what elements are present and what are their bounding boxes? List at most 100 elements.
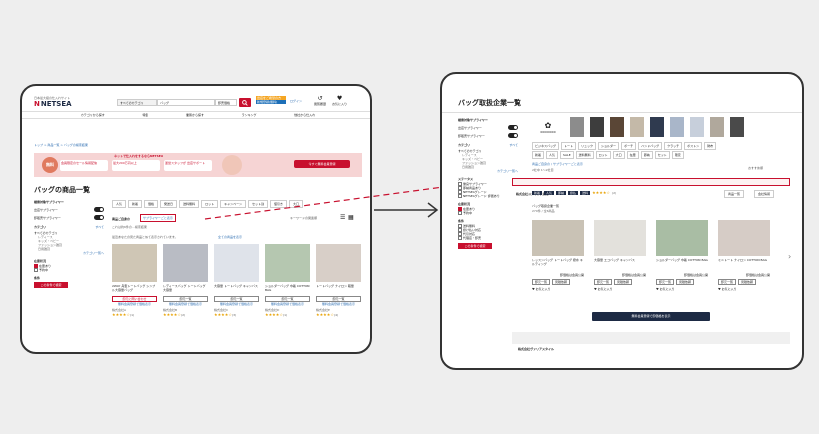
favorite-button[interactable]: ♥ お気に入り	[718, 287, 770, 291]
product-title[interactable]: 大容量 エコバッグ キャンバス	[594, 258, 646, 270]
product-price-link[interactable]: 無料会員登録で価格表示	[163, 302, 208, 306]
breadcrumb[interactable]: トップ > 商品一覧 > バッグの検索結果	[34, 143, 88, 147]
filter-chip[interactable]: セット	[654, 151, 670, 159]
sort-select[interactable]: おすすめ順	[748, 166, 763, 170]
company2-header[interactable]: 株式会社ヴァリアスタイル	[512, 332, 790, 351]
product-image[interactable]	[718, 220, 770, 256]
category-chip[interactable]: トート	[561, 142, 577, 150]
product-card[interactable]: 2WAY 舟型トートバッグ シンプル大容量バッグ 卸元に問い合わせ 無料会員登録…	[112, 244, 157, 317]
category-chip[interactable]: 財布	[704, 142, 717, 150]
filter-chip[interactable]: 限定	[671, 151, 684, 159]
supplier-toggle[interactable]	[508, 133, 518, 138]
product-quote-button[interactable]: 見積依頼	[676, 279, 695, 285]
checkbox[interactable]	[458, 236, 462, 240]
product-price-link[interactable]: 無料会員登録で価格表示	[316, 302, 361, 306]
nav-item[interactable]: 業態から探す	[186, 113, 204, 117]
seller-banner[interactable]: 出店をご希望の方 新規登録(無料)	[256, 96, 286, 104]
product-price-link[interactable]: 無料会員登録で価格表示	[214, 302, 259, 306]
filter-chip[interactable]: 人気	[546, 151, 559, 159]
product-list-button[interactable]: 卸元一覧	[594, 279, 613, 285]
filter-search-button[interactable]: この条件で検索	[458, 243, 492, 249]
status-option[interactable]: NETSEAグレード 評価あり	[458, 194, 518, 198]
filter-chip[interactable]: 新着	[532, 151, 545, 159]
wishlist-button[interactable]: ♥ お気に入り	[332, 95, 347, 106]
sort-select[interactable]: キーワードの関連順	[290, 216, 317, 220]
filter-search-button[interactable]: この条件で検索	[34, 282, 68, 288]
product-title[interactable]: ショルダーバッグ 巾着 COTTON BAG	[265, 284, 310, 296]
product-quote-button[interactable]: 見積依頼	[552, 279, 571, 285]
product-image[interactable]	[316, 244, 361, 282]
filter-chip[interactable]: 在庫	[626, 151, 639, 159]
favorite-button[interactable]: ♥ お気に入り	[656, 287, 708, 291]
product-image[interactable]	[594, 220, 646, 256]
category-more-link[interactable]: カテゴリ一覧へ	[458, 169, 518, 173]
supplier-filter-link[interactable]: サプライヤーごと表示	[140, 214, 176, 222]
product-image[interactable]	[265, 244, 310, 282]
filter-chip[interactable]: 発送日	[160, 200, 178, 208]
supplier-toggle[interactable]	[94, 215, 104, 220]
category-chip[interactable]: クラッチ	[664, 142, 683, 150]
login-link[interactable]: ログイン	[290, 99, 302, 103]
product-card[interactable]: 大容量 エコバッグ キャンバス 卸価格は会員公開 卸元一覧 見積依頼 ♥ お気に入…	[594, 220, 646, 291]
filter-chip[interactable]: 新着	[128, 200, 143, 208]
filter-chip[interactable]: 送料無料	[575, 151, 594, 159]
category-chip[interactable]: ハンドバッグ	[638, 142, 663, 150]
netsea-logo[interactable]: N NETSEA	[34, 100, 72, 108]
filter-chip[interactable]: 送料無料	[179, 200, 200, 208]
product-card[interactable]: ショルダーバッグ 巾着 COTTON BAG 卸元一覧 無料会員登録で価格表示 …	[265, 244, 310, 317]
checkbox[interactable]	[458, 194, 462, 198]
product-title[interactable]: レッスンバッグ トートバッグ 撥水 キルティング	[532, 258, 584, 270]
carousel-next-icon[interactable]: ›	[788, 252, 791, 261]
filter-chip[interactable]: ロット	[201, 200, 219, 208]
product-image[interactable]	[214, 244, 259, 282]
product-title[interactable]: ショルダーバッグ 巾着 COTTON BAG	[656, 258, 708, 270]
product-title[interactable]: 2WAY 舟型トートバッグ シンプル大容量バッグ	[112, 284, 157, 296]
filter-chip[interactable]: 価格	[144, 200, 159, 208]
filter-chip[interactable]: SALE	[560, 151, 574, 159]
stock-option[interactable]: 予約中	[458, 211, 518, 215]
filter-chip[interactable]: 値引き	[269, 200, 287, 208]
company2-name[interactable]: 株式会社ヴァリアスタイル	[518, 347, 554, 351]
category-chip[interactable]: ポーチ	[621, 142, 637, 150]
product-image[interactable]	[112, 244, 157, 282]
nav-item[interactable]: ランキング	[242, 113, 257, 117]
filter-chip[interactable]: 大口	[288, 200, 303, 208]
product-title[interactable]: 大容量 トートバッグ キャンバス	[214, 284, 259, 296]
product-quote-button[interactable]: 見積依頼	[614, 279, 633, 285]
product-price-link[interactable]: 無料会員登録で価格表示	[112, 302, 157, 306]
product-card[interactable]: トートバッグ ナイロン 軽量 卸元一覧 無料会員登録で価格表示 株式会社E ★★…	[316, 244, 361, 317]
checkbox[interactable]	[34, 268, 38, 272]
product-list-button[interactable]: 卸元一覧	[532, 279, 551, 285]
product-image[interactable]	[163, 244, 208, 282]
filter-chip[interactable]: 即納	[640, 151, 653, 159]
favorite-button[interactable]: ♥ お気に入り	[594, 287, 646, 291]
checkbox[interactable]	[458, 211, 462, 215]
supplier-toggle[interactable]	[94, 207, 104, 212]
nav-item[interactable]: カテゴリから探す	[81, 113, 105, 117]
product-card[interactable]: ショルダーバッグ 巾着 COTTON BAG 卸価格は会員公開 卸元一覧 見積依頼…	[656, 220, 708, 291]
company-header-highlight[interactable]: 株式会社ユメックス商事	[512, 178, 790, 196]
category-clear-link[interactable]: すべて	[509, 143, 518, 147]
category-chip[interactable]: ショルダー	[598, 142, 620, 150]
category-chip[interactable]: リュック	[578, 142, 597, 150]
product-image[interactable]	[656, 220, 708, 256]
company-info-button[interactable]: 会社情報	[754, 190, 775, 198]
supplier-toggle[interactable]	[508, 125, 518, 130]
product-image[interactable]	[532, 220, 584, 256]
grid-view-icon[interactable]: ▦	[348, 215, 354, 221]
product-price-link[interactable]: 無料会員登録で価格表示	[265, 302, 310, 306]
promo-banner[interactable]: 無料 会員限定のセール情報配信 最大200万円以上 運営スタッフが 出店サポート…	[34, 153, 362, 177]
category-chip[interactable]: ビジネスバッグ	[532, 142, 560, 150]
history-button[interactable]: ↺ 閲覧履歴	[314, 95, 326, 106]
product-list-button[interactable]: 卸元一覧	[656, 279, 675, 285]
product-card[interactable]: ミニトート ナイロン COTTON BAG 卸価格は会員公開 卸元一覧 見積依頼 …	[718, 220, 770, 291]
filter-chip[interactable]: セット割	[247, 200, 268, 208]
condition-option[interactable]: 代理店・卸売	[458, 236, 518, 240]
filter-chip[interactable]: 人気	[112, 200, 127, 208]
company-products-button[interactable]: 商品一覧	[724, 190, 745, 198]
filter-chip[interactable]: ロット	[595, 151, 611, 159]
search-input[interactable]: バッグ	[157, 99, 215, 106]
filter-chip[interactable]: 大口	[612, 151, 625, 159]
category-chip[interactable]: ボストン	[684, 142, 703, 150]
notice-link[interactable]: 全ての商品を表示	[218, 235, 242, 239]
